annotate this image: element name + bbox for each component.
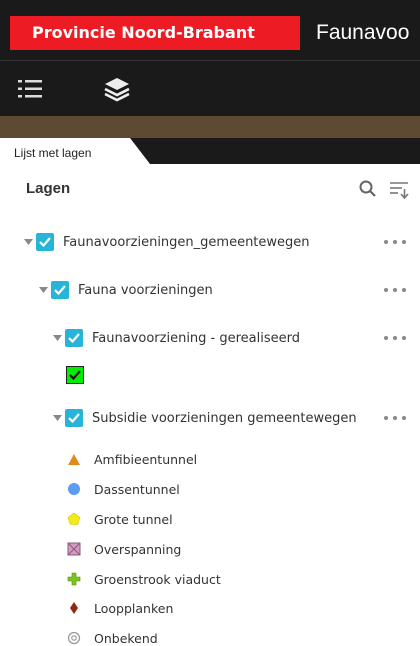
ring-icon [66,630,82,646]
legend-item: Overspanning [66,539,181,559]
layer-label: Subsidie voorzieningen gemeentewegen [92,410,357,426]
layer-options-button[interactable] [384,333,406,343]
legend-label: Grote tunnel [94,511,173,527]
layers-icon [104,78,130,102]
caret-down-icon[interactable] [51,332,63,344]
legend-item: Groenstrook viaduct [66,569,221,589]
diamond-icon [66,600,82,616]
org-logo[interactable]: Provincie Noord-Brabant [10,16,300,50]
legend-label: Loopplanken [94,600,174,616]
layer-row[interactable]: Subsidie voorzieningen gemeentewegen [51,406,357,430]
checkmark-icon [68,413,80,424]
legend-item: Amfibieentunnel [66,449,197,469]
pentagon-icon [66,511,82,527]
basemap-layers-button[interactable] [101,73,133,105]
layer-row[interactable]: Faunavoorziening - gerealiseerd [51,326,300,350]
layer-label: Faunavoorzieningen_gemeentewegen [63,234,310,250]
caret-down-icon[interactable] [37,284,49,296]
checkmark-icon [68,333,80,344]
map-strip [0,116,420,138]
layer-label: Faunavoorziening - gerealiseerd [92,330,301,346]
layer-checkbox[interactable] [51,281,69,299]
legend-item: Grote tunnel [66,509,173,529]
caret-down-icon[interactable] [22,236,34,248]
legend-label: Onbekend [94,630,158,646]
layer-checkbox[interactable] [36,233,54,251]
toolbar [0,60,420,116]
legend-swatch-green-check [66,366,84,384]
search-icon [359,180,376,197]
circle-icon [66,481,82,497]
filter-sort-button[interactable] [388,179,410,201]
checkmark-icon [54,285,66,296]
caret-down-icon[interactable] [51,412,63,424]
checkmark-icon [39,237,51,248]
legend-label: Overspanning [94,541,182,557]
legend-item: Loopplanken [66,598,173,618]
layer-options-button[interactable] [384,413,406,423]
triangle-icon [66,451,82,467]
layer-checkbox[interactable] [65,409,83,427]
layer-checkbox[interactable] [65,329,83,347]
crossed-square-icon [66,541,82,557]
plus-icon [66,571,82,587]
list-icon [18,80,42,98]
legend-label: Amfibieentunnel [94,451,198,467]
legend-label: Dassentunnel [94,481,180,497]
app-title: Faunavoo [316,21,410,44]
app-header: Provincie Noord-Brabant Faunavoo [0,0,420,60]
layer-options-button[interactable] [384,237,406,247]
layer-row[interactable]: Fauna voorzieningen [37,278,213,302]
layer-label: Fauna voorzieningen [78,282,213,298]
tab-label: Lijst met lagen [14,146,92,160]
tab-layer-list[interactable]: Lijst met lagen [0,138,150,164]
legend-label: Groenstrook viaduct [94,571,221,587]
layer-list-button[interactable] [14,73,46,105]
legend-item: Onbekend [66,628,158,646]
panel-title: Lagen [26,180,71,197]
sort-filter-icon [390,182,409,200]
checkmark-icon [69,370,81,381]
search-button[interactable] [358,179,378,199]
legend-item: Dassentunnel [66,479,180,499]
layer-options-button[interactable] [384,285,406,295]
layer-row[interactable]: Faunavoorzieningen_gemeentewegen [22,230,310,254]
